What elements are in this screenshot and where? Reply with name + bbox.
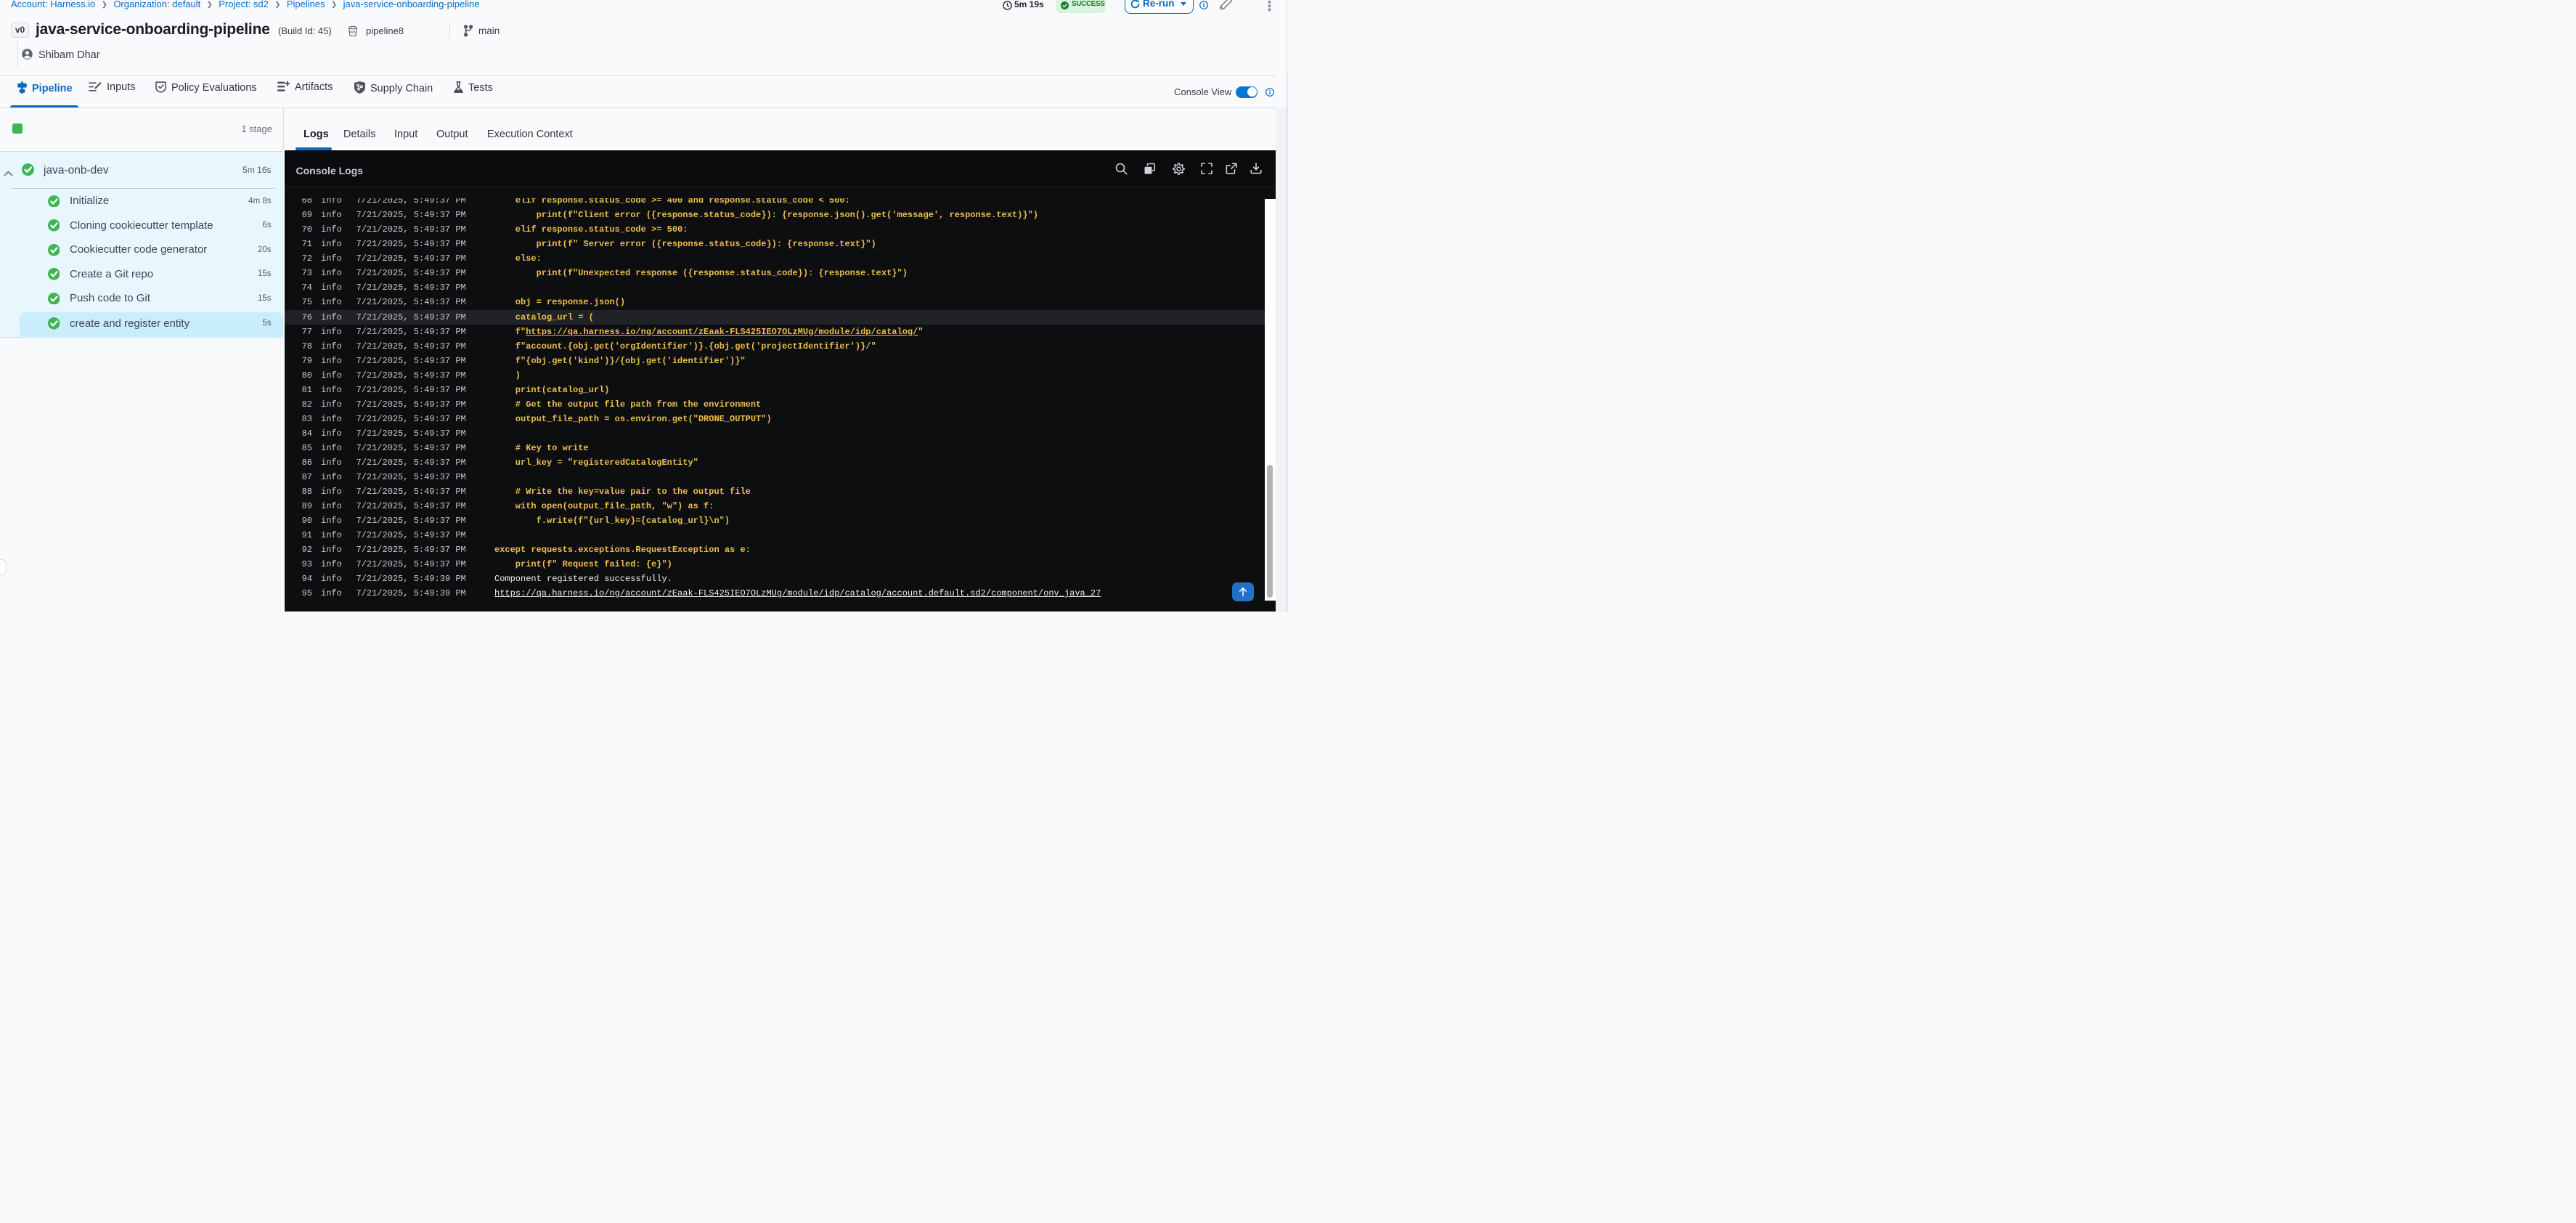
svg-text:</>: </> — [350, 30, 356, 34]
